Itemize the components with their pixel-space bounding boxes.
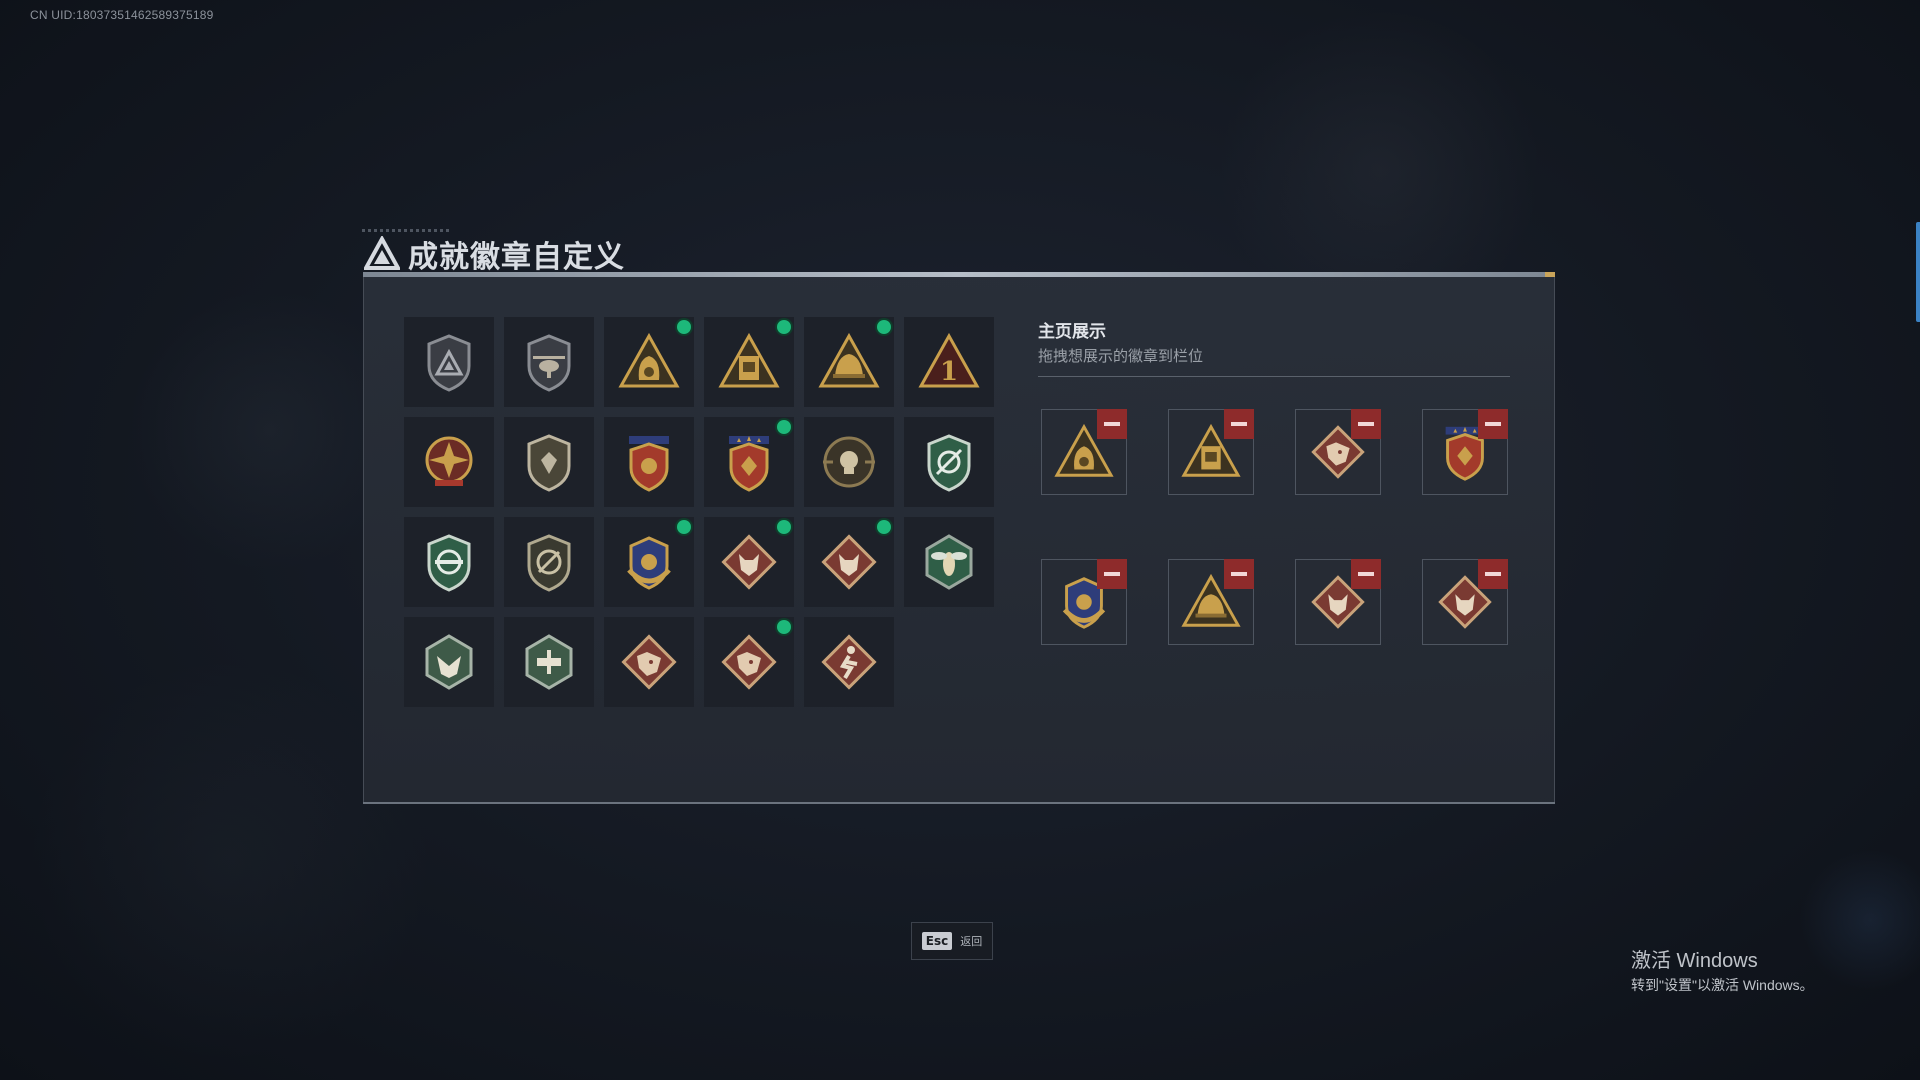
number-one-icon: 1 xyxy=(918,332,980,388)
showcase-title: 主页展示 xyxy=(1038,322,1106,342)
badge-helicopter[interactable] xyxy=(504,317,594,407)
eagle-hex-icon xyxy=(425,634,473,690)
star-medal-icon xyxy=(425,436,473,486)
svg-text:1: 1 xyxy=(940,357,958,387)
new-indicator-dot xyxy=(777,520,791,534)
new-indicator-dot xyxy=(677,320,691,334)
badge-red-shield[interactable] xyxy=(604,417,694,507)
new-indicator-dot xyxy=(777,420,791,434)
badge-skull-target[interactable] xyxy=(804,417,894,507)
gold-wreath-icon xyxy=(627,536,671,590)
badge-no-scope[interactable] xyxy=(504,517,594,607)
badge-green-crosshair[interactable] xyxy=(904,417,994,507)
badge-dragon-1[interactable] xyxy=(604,617,694,707)
gold-bag-icon xyxy=(618,332,680,388)
green-crosshair-icon xyxy=(927,434,971,492)
panel-bottom-line xyxy=(363,802,1555,804)
silver-shield-icon xyxy=(527,434,571,492)
badge-red-shield-stars[interactable] xyxy=(704,417,794,507)
remove-badge-button[interactable] xyxy=(1224,409,1254,439)
showcase-slot[interactable] xyxy=(1041,559,1127,645)
panel-top-bar xyxy=(363,272,1555,277)
uid-label: CN UID:18037351462589375189 xyxy=(30,8,214,22)
title-bar: 成就徽章自定义 xyxy=(364,232,625,276)
showcase-slot[interactable] xyxy=(1422,559,1508,645)
remove-badge-button[interactable] xyxy=(1224,559,1254,589)
remove-badge-button[interactable] xyxy=(1097,409,1127,439)
skull-target-icon xyxy=(823,436,875,488)
badge-gold-card-57[interactable] xyxy=(704,317,794,407)
back-button[interactable]: Esc 返回 xyxy=(911,922,993,960)
badge-wolf-1[interactable] xyxy=(704,517,794,607)
esc-key-icon: Esc xyxy=(921,932,953,950)
dragon-icon xyxy=(621,634,677,690)
back-label: 返回 xyxy=(960,935,983,948)
badge-green-drone[interactable] xyxy=(504,617,594,707)
homepage-showcase: 主页展示 拖拽想展示的徽章到栏位 xyxy=(1038,317,1510,645)
badge-green-eagle[interactable] xyxy=(404,617,494,707)
badge-gold-helmet[interactable] xyxy=(804,317,894,407)
side-tab-edge[interactable] xyxy=(1916,222,1920,322)
no-scope-icon xyxy=(527,534,571,592)
badge-shield-plain[interactable] xyxy=(504,417,594,507)
showcase-subtitle: 拖拽想展示的徽章到栏位 xyxy=(1038,347,1204,365)
green-rifle-icon xyxy=(427,534,471,592)
red-star-shield-icon xyxy=(729,436,769,492)
remove-badge-button[interactable] xyxy=(1097,559,1127,589)
new-indicator-dot xyxy=(877,320,891,334)
runner-icon xyxy=(821,634,877,690)
new-indicator-dot xyxy=(677,520,691,534)
showcase-slot[interactable] xyxy=(1422,409,1508,495)
showcase-divider xyxy=(1038,376,1510,377)
badge-wasp[interactable] xyxy=(904,517,994,607)
showcase-slots xyxy=(1041,409,1508,645)
showcase-slot[interactable] xyxy=(1295,559,1381,645)
badge-panel: 1 主页展示 拖拽想展示的徽章到栏位 xyxy=(363,272,1555,804)
windows-activation-watermark: 激活 Windows 转到"设置"以激活 Windows。 xyxy=(1631,944,1814,995)
badge-delta-shield[interactable] xyxy=(404,317,494,407)
page-title: 成就徽章自定义 xyxy=(408,240,625,275)
helicopter-shield-icon xyxy=(527,334,571,392)
showcase-slot[interactable] xyxy=(1168,409,1254,495)
drone-hex-icon xyxy=(525,634,573,690)
windows-activation-title: 激活 Windows xyxy=(1631,950,1758,972)
dragon-icon xyxy=(721,634,777,690)
badge-dragon-2[interactable] xyxy=(704,617,794,707)
badge-wolf-2[interactable] xyxy=(804,517,894,607)
badge-runner[interactable] xyxy=(804,617,894,707)
red-shield-icon xyxy=(629,436,669,492)
badge-green-rifle[interactable] xyxy=(404,517,494,607)
wolf-icon xyxy=(721,534,777,590)
showcase-slot[interactable] xyxy=(1168,559,1254,645)
new-indicator-dot xyxy=(777,620,791,634)
new-indicator-dot xyxy=(777,320,791,334)
badge-gold-wreath[interactable] xyxy=(604,517,694,607)
wasp-icon xyxy=(925,534,973,590)
delta-logo-icon xyxy=(364,236,400,270)
windows-activation-subtitle: 转到"设置"以激活 Windows。 xyxy=(1631,977,1814,993)
new-indicator-dot xyxy=(877,520,891,534)
remove-badge-button[interactable] xyxy=(1478,409,1508,439)
gold-helmet-icon xyxy=(818,332,880,388)
badge-star-medal[interactable] xyxy=(404,417,494,507)
showcase-slot[interactable] xyxy=(1295,409,1381,495)
remove-badge-button[interactable] xyxy=(1478,559,1508,589)
badge-number-1[interactable]: 1 xyxy=(904,317,994,407)
badge-gold-bag-55[interactable] xyxy=(604,317,694,407)
showcase-slot[interactable] xyxy=(1041,409,1127,495)
wolf-icon xyxy=(821,534,877,590)
delta-shield-icon xyxy=(427,334,471,392)
gold-card-icon xyxy=(718,332,780,388)
badge-grid: 1 xyxy=(404,317,994,707)
remove-badge-button[interactable] xyxy=(1351,559,1381,589)
remove-badge-button[interactable] xyxy=(1351,409,1381,439)
